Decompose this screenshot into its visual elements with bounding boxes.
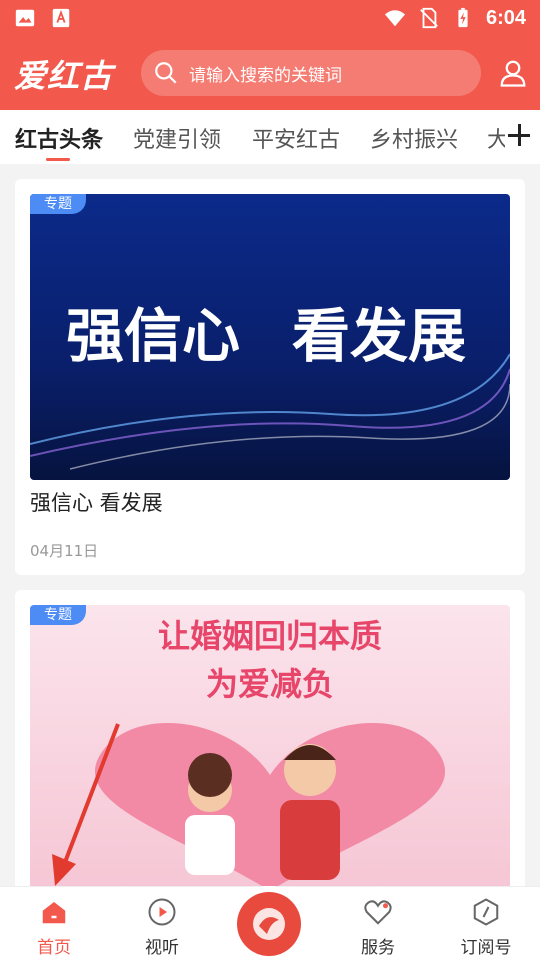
tab-rural-revitalization[interactable]: 乡村振兴 [370,122,458,154]
banner-image: 强信心 看发展 [30,194,510,480]
compass-icon [473,898,499,926]
status-time: 6:04 [485,6,526,29]
bottom-navigation: 首页 视听 服务 订阅号 [0,886,540,960]
gallery-icon [15,9,35,27]
topic-badge: 专题 [30,605,86,625]
user-profile-icon[interactable] [498,58,528,88]
nav-home-label: 首页 [37,938,71,958]
card-date: 04月11日 [30,542,99,560]
banner-text-1: 让婚姻回归本质 [158,617,382,655]
nav-service-label: 服务 [361,938,395,958]
card-image[interactable]: 专题 让婚姻回归本质 为爱减负 [30,605,510,886]
add-tab-button[interactable] [506,122,532,148]
play-icon [148,898,176,926]
news-card[interactable]: 专题 强信心 看发展 强信心 看发展 04月11日 [15,179,525,575]
tab-party-building[interactable]: 党建引领 [133,122,221,154]
center-logo-button[interactable] [237,892,301,956]
nav-service[interactable]: 服务 [338,887,418,960]
banner-text-2: 为爱减负 [206,665,334,703]
search-icon [155,62,177,84]
category-tabs: 红古头条 党建引领 平安红古 乡村振兴 大 [0,110,540,164]
wifi-icon [384,10,406,27]
card-title[interactable]: 强信心 看发展 [30,487,163,517]
app-notification-icon [52,8,70,28]
tab-safe-honggu[interactable]: 平安红古 [252,122,340,154]
nav-subscription-label: 订阅号 [460,938,512,958]
center-logo-icon [253,908,285,940]
banner-image: 让婚姻回归本质 为爱减负 [30,605,510,886]
tab-more-partial[interactable]: 大 [487,122,505,154]
active-tab-indicator [46,158,70,161]
nav-subscription[interactable]: 订阅号 [446,887,526,960]
search-input[interactable]: 请输入搜索的关键词 [189,61,342,86]
nav-video[interactable]: 视听 [122,887,202,960]
heart-icon [364,900,392,925]
home-icon [42,902,66,924]
topic-badge: 专题 [30,194,86,214]
card-image[interactable]: 专题 强信心 看发展 [30,194,510,480]
banner-text-2: 看发展 [292,302,466,370]
app-header: 爱红古 请输入搜索的关键词 [0,36,540,110]
nav-home[interactable]: 首页 [14,887,94,960]
banner-text-1: 强信心 [66,302,240,370]
app-logo: 爱红古 [14,57,114,95]
search-bar[interactable]: 请输入搜索的关键词 [141,50,481,96]
news-card[interactable]: 专题 让婚姻回归本质 为爱减负 [15,590,525,886]
battery-charging-icon [458,7,468,28]
no-sim-icon [420,7,438,29]
tab-headlines[interactable]: 红古头条 [15,122,103,154]
news-feed[interactable]: 专题 强信心 看发展 强信心 看发展 04月11日 专题 让婚姻回归本质 为爱减… [0,164,540,886]
status-bar: 6:04 [0,0,540,36]
nav-video-label: 视听 [145,938,179,958]
